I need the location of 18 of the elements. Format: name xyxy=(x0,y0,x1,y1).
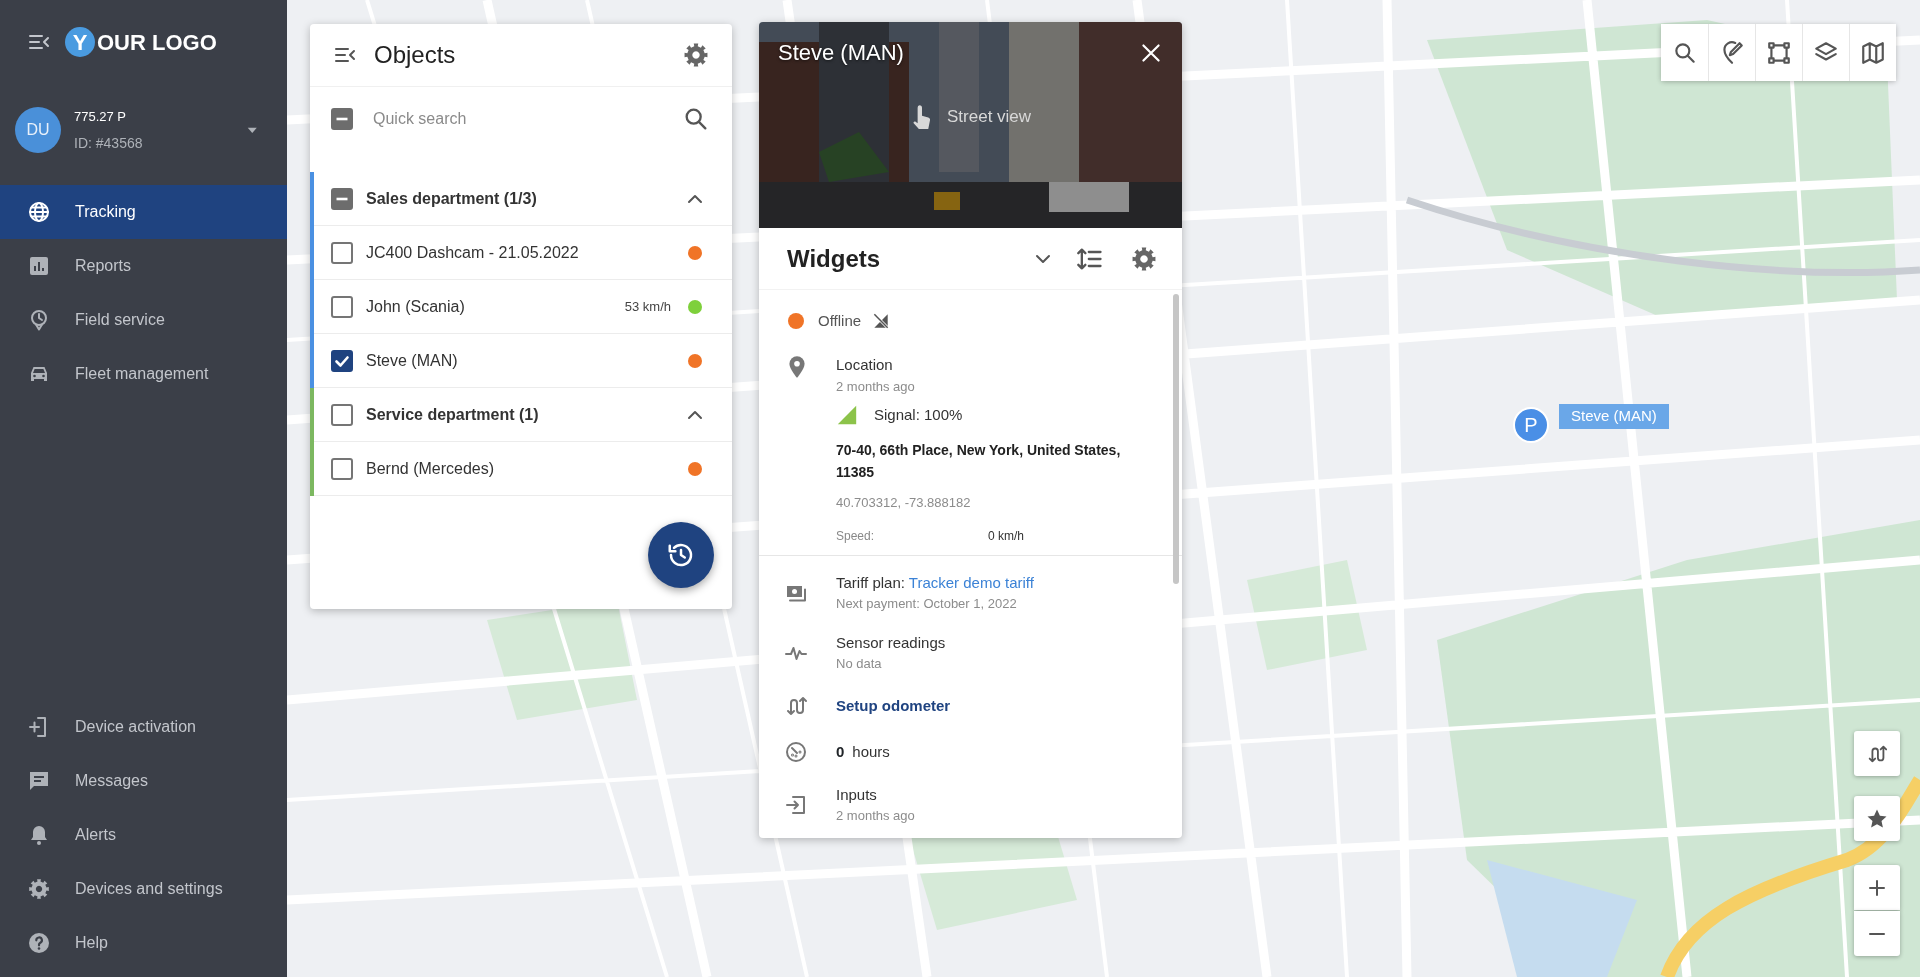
nav-item[interactable]: Reports xyxy=(0,238,287,293)
help-icon xyxy=(27,931,51,955)
account-id: ID: #43568 xyxy=(74,133,144,153)
settings-icon xyxy=(27,877,51,901)
globe-icon xyxy=(27,199,51,224)
nav-item[interactable]: Fleet management xyxy=(0,346,287,401)
balance-text: 775.27 P xyxy=(74,108,128,126)
nav-item[interactable]: Messages xyxy=(0,754,287,808)
nav-item[interactable]: Alerts xyxy=(0,808,287,862)
nav-item[interactable]: Help xyxy=(0,916,287,970)
caret-icon xyxy=(246,126,257,134)
nav-item[interactable]: Devices and settings xyxy=(0,862,287,916)
nav-item[interactable]: Field service xyxy=(0,292,287,347)
logo-mark: Y xyxy=(65,27,95,57)
message-icon xyxy=(27,769,51,793)
nav-item[interactable]: Device activation xyxy=(0,700,287,754)
nav-item[interactable]: Tracking xyxy=(0,184,287,239)
logo-text: OUR LOGO xyxy=(97,28,217,57)
